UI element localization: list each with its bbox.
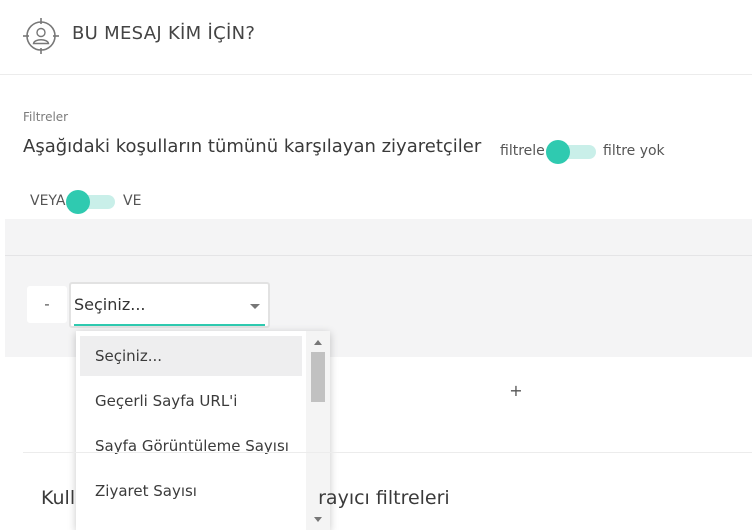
logic-toggle-knob[interactable] [66,190,90,214]
rule-select[interactable]: Seçiniz... [69,282,270,328]
caret-down-icon[interactable] [250,304,260,309]
filter-toggle-knob[interactable] [546,140,570,164]
logic-toggle[interactable] [66,190,115,214]
filter-toggle[interactable] [546,140,596,164]
scroll-down-arrow-icon[interactable] [314,517,322,522]
condition-text: Aşağıdaki koşulların tümünü karşılayan z… [23,136,482,157]
logic-toggle-left-label: VEYA [30,193,66,209]
section-title-left: Kull [41,487,76,509]
panel-divider [5,255,752,256]
add-rule-button[interactable]: + [504,378,528,404]
scroll-thumb[interactable] [311,352,325,402]
dropdown-option[interactable]: Geçerli Sayfa URL'i [80,381,302,421]
page-title: BU MESAJ KİM İÇİN? [72,23,256,44]
logic-toggle-right-label: VE [123,193,142,209]
target-user-icon [23,18,59,54]
dropdown-option[interactable]: Seçiniz... [80,336,302,376]
rule-select-value: Seçiniz... [74,295,146,314]
filter-toggle-right-label: filtre yok [603,143,665,159]
section-title-right: rayıcı filtreleri [318,487,450,509]
section-title: Kull rayıcı filtreleri [41,487,450,509]
page-header: BU MESAJ KİM İÇİN? [0,0,752,75]
dropdown-option[interactable]: Sayfa Görüntüleme Sayısı [80,426,302,466]
remove-rule-button[interactable]: - [27,286,67,323]
filter-toggle-left-label: filtrele [500,143,545,159]
select-underline [74,324,265,326]
section-divider [23,452,752,453]
scroll-up-arrow-icon[interactable] [314,340,322,345]
filters-caption: Filtreler [23,110,69,124]
